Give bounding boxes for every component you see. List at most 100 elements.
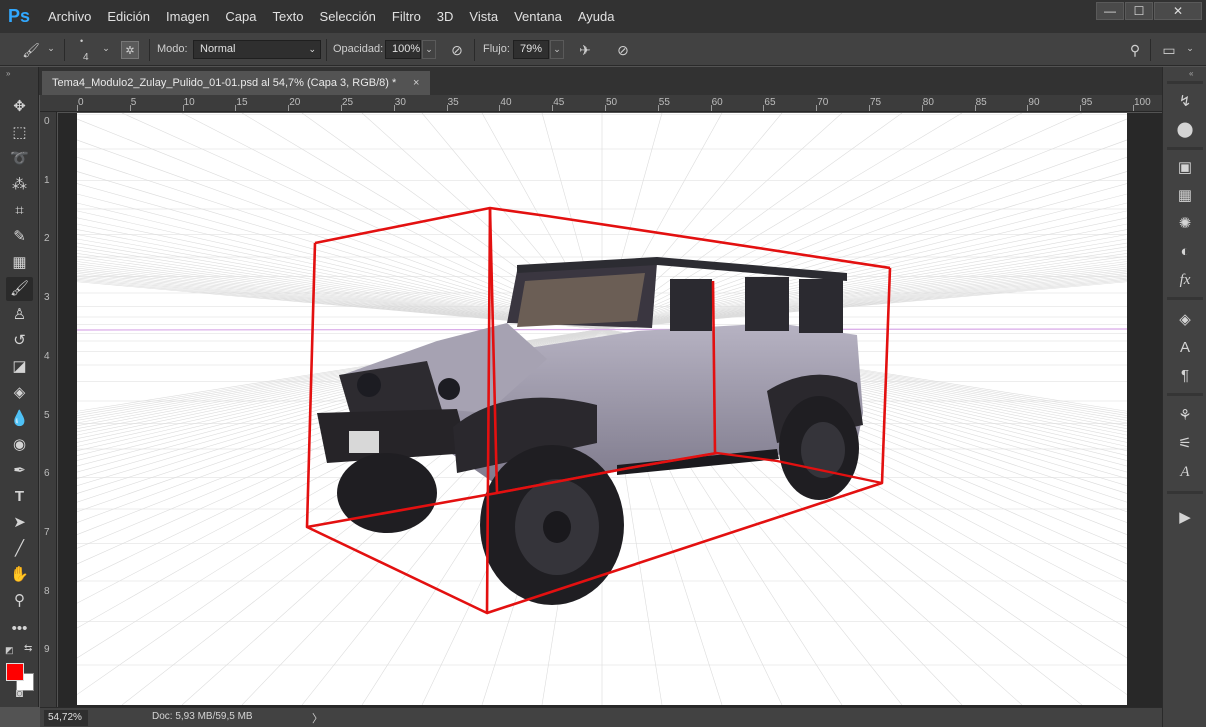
brush-icon[interactable]: 🖌	[6, 277, 33, 301]
ruler-tick-label: 25	[342, 97, 354, 108]
path-select-icon[interactable]: ➤	[6, 511, 33, 535]
menu-item[interactable]: Filtro	[384, 0, 429, 33]
blur-icon[interactable]: 💧	[6, 407, 33, 431]
layers-icon[interactable]: ◈	[1173, 309, 1197, 331]
zoom-icon[interactable]: ⚲	[6, 589, 33, 613]
brush-preset-dropdown-icon[interactable]: ⌄	[44, 40, 58, 59]
history-brush-icon[interactable]: ↺	[6, 329, 33, 353]
ruler-tick-mark	[129, 105, 131, 111]
swatches-icon[interactable]: ▦	[1173, 185, 1197, 207]
menu-item[interactable]: Edición	[99, 0, 158, 33]
menu-item[interactable]: Capa	[217, 0, 264, 33]
ruler-tick-mark	[657, 105, 659, 111]
adjustments-icon[interactable]: ◐	[1173, 241, 1197, 263]
pressure-opacity-icon[interactable]: ⊘	[448, 41, 466, 59]
history-icon[interactable]: ↯	[1173, 91, 1197, 113]
move-icon[interactable]: ✥	[6, 95, 33, 119]
hand-icon[interactable]: ✋	[6, 563, 33, 587]
brush-size-value[interactable]: 4	[83, 52, 89, 63]
close-window-button[interactable]: ✕	[1154, 2, 1202, 20]
close-tab-icon[interactable]: ×	[413, 71, 419, 95]
flow-input[interactable]: 79%	[513, 40, 549, 59]
ruler-tick-label: 65	[764, 97, 776, 108]
menu-item[interactable]: Selección	[312, 0, 384, 33]
properties-icon[interactable]: ⚟	[1173, 433, 1197, 455]
brush-size-dropdown-icon[interactable]: ⌄	[99, 40, 113, 59]
canvas-artwork	[77, 113, 1127, 705]
brush-preset-icon[interactable]: 🖌	[22, 41, 40, 59]
mode-value: Normal	[200, 43, 236, 55]
lasso-icon[interactable]: ➰	[6, 147, 33, 171]
airbrush-icon[interactable]: ✈	[576, 41, 594, 59]
swap-colors-icon[interactable]: ⇆	[24, 643, 32, 654]
crop-icon[interactable]: ⌗	[6, 199, 33, 223]
ruler-tick-mark	[921, 105, 923, 111]
brush-panel-toggle-icon[interactable]: ✲	[121, 41, 139, 59]
ruler-tick-label: 40	[500, 97, 512, 108]
libraries-icon[interactable]: ▣	[1173, 157, 1197, 179]
paint-bucket-icon[interactable]: ◈	[6, 381, 33, 405]
color-icon[interactable]: ⬤	[1173, 119, 1197, 141]
ruler-tick-mark	[77, 105, 78, 111]
ruler-tick-mark	[1027, 105, 1029, 111]
ruler-tick-label: 45	[553, 97, 565, 108]
more-tools-icon[interactable]: •••	[6, 617, 33, 641]
brushes-icon[interactable]: ✺	[1173, 213, 1197, 235]
workspace-icon[interactable]: ▭	[1160, 41, 1178, 59]
ruler-tick-label: 100	[1134, 97, 1151, 108]
ruler-vertical[interactable]: 0 1 2 3 4 5 6 7 8 9	[40, 112, 57, 707]
status-menu-arrow-icon[interactable]: 〉	[312, 710, 323, 726]
eyedropper-icon[interactable]: ✎	[6, 225, 33, 249]
menu-item[interactable]: Vista	[461, 0, 506, 33]
paragraph-icon[interactable]: ¶	[1173, 365, 1197, 387]
document-canvas[interactable]	[77, 113, 1127, 705]
document-info[interactable]: Doc: 5,93 MB/59,5 MB	[152, 711, 253, 722]
pen-icon[interactable]: ✒	[6, 459, 33, 483]
collapse-toolbox-icon[interactable]: »	[6, 69, 10, 78]
clone-stamp-icon[interactable]: ♙	[6, 303, 33, 327]
separator	[474, 39, 475, 61]
default-colors-icon[interactable]: ◩	[5, 645, 14, 656]
ruler-tick-label: 80	[922, 97, 934, 108]
eraser-icon[interactable]: ◪	[6, 355, 33, 379]
flow-dropdown-icon[interactable]: ⌄	[550, 40, 564, 59]
expand-panels-icon[interactable]: «	[1189, 69, 1193, 78]
opacity-dropdown-icon[interactable]: ⌄	[422, 40, 436, 59]
actions-icon[interactable]: ▶	[1173, 507, 1197, 529]
pressure-size-icon[interactable]: ⊘	[614, 41, 632, 59]
separator	[64, 39, 65, 61]
marquee-icon[interactable]: ⬚	[6, 121, 33, 145]
dodge-icon[interactable]: ◉	[6, 433, 33, 457]
line-icon[interactable]: ╱	[6, 537, 33, 561]
foreground-color-swatch[interactable]	[6, 663, 24, 681]
opacity-input[interactable]: 100%	[385, 40, 421, 59]
menu-item[interactable]: Ayuda	[570, 0, 623, 33]
ruler-tick-label: 0	[44, 116, 50, 127]
menu-item[interactable]: Texto	[264, 0, 311, 33]
brush-settings-icon[interactable]: ⚘	[1173, 405, 1197, 427]
glyphs-icon[interactable]: A	[1173, 461, 1197, 483]
menu-item[interactable]: 3D	[429, 0, 462, 33]
menu-item[interactable]: Imagen	[158, 0, 217, 33]
ruler-tick-label: 35	[447, 97, 459, 108]
maximize-button[interactable]: ☐	[1125, 2, 1153, 20]
character-icon[interactable]: A	[1173, 337, 1197, 359]
healing-icon[interactable]: ▦	[6, 251, 33, 275]
ruler-tick-label: 85	[975, 97, 987, 108]
toolbox: » ✥ ⬚ ➰ ⁂ ⌗ ✎ ▦ 🖌 ♙ ↺ ◪ ◈ 💧 ◉ ✒ T ➤ ╱ ✋ …	[0, 67, 39, 707]
minimize-button[interactable]: —	[1096, 2, 1124, 20]
separator	[149, 39, 150, 61]
zoom-level-field[interactable]: 54,72%	[44, 710, 88, 726]
menu-item[interactable]: Archivo	[40, 0, 99, 33]
mode-select[interactable]: Normal ⌄	[193, 40, 321, 59]
styles-icon[interactable]: fx	[1173, 269, 1197, 291]
quick-select-icon[interactable]: ⁂	[6, 173, 33, 197]
quick-mask-icon[interactable]: ◙	[6, 681, 33, 705]
workspace-dropdown-icon[interactable]: ⌄	[1183, 40, 1197, 59]
menu-bar: Ps Archivo Edición Imagen Capa Texto Selecció…	[0, 0, 1206, 33]
document-tab[interactable]: Tema4_Modulo2_Zulay_Pulido_01-01.psd al …	[42, 71, 430, 95]
type-icon[interactable]: T	[6, 485, 33, 509]
menu-item[interactable]: Ventana	[506, 0, 570, 33]
search-icon[interactable]: ⚲	[1126, 41, 1144, 59]
ruler-horizontal[interactable]: 0 5 10 15 20 25 30 35 40 45 50 55 60 65 70 75 80 85 90 95 10…	[40, 95, 1162, 112]
